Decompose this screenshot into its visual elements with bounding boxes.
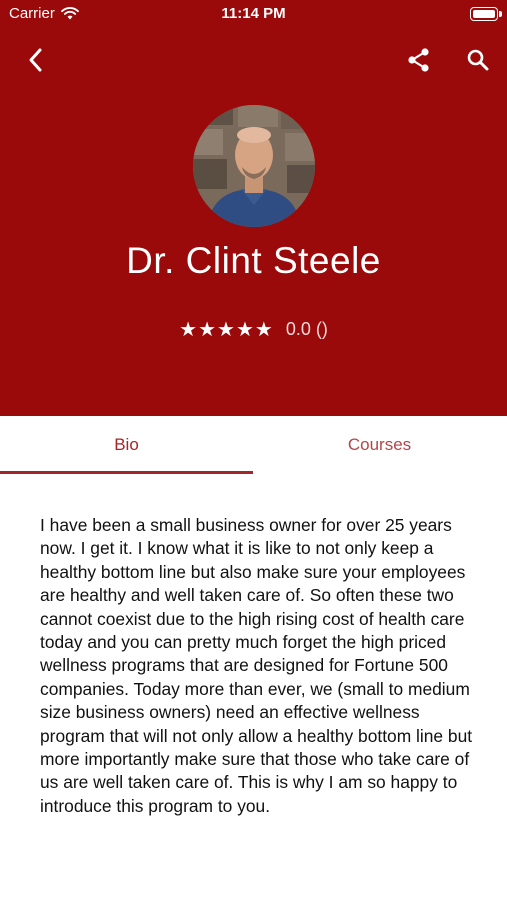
status-time: 11:14 PM	[221, 5, 286, 22]
rating: ★★★★★ 0.0 ()	[0, 317, 507, 342]
back-button[interactable]	[18, 42, 54, 78]
tab-courses[interactable]: Courses	[253, 416, 506, 474]
profile-header: Carrier 11:14 PM Dr. Clint Steele ★★★★★ …	[0, 0, 507, 416]
profile-photo	[193, 105, 315, 227]
rating-text: 0.0 ()	[285, 319, 328, 339]
tab-bar: Bio Courses	[0, 416, 507, 474]
bio-text: I have been a small business owner for o…	[40, 515, 473, 816]
status-bar: Carrier 11:14 PM	[0, 0, 507, 28]
profile-name: Dr. Clint Steele	[126, 240, 381, 281]
star-icon: ★★★★★	[179, 319, 274, 341]
battery-icon	[470, 7, 502, 21]
tab-indicator	[0, 471, 253, 474]
share-icon	[408, 48, 429, 72]
chevron-left-icon	[29, 48, 42, 72]
share-button[interactable]	[401, 42, 437, 78]
search-icon	[467, 49, 489, 71]
tab-bio[interactable]: Bio	[0, 416, 253, 474]
avatar	[193, 105, 315, 227]
search-button[interactable]	[460, 42, 496, 78]
